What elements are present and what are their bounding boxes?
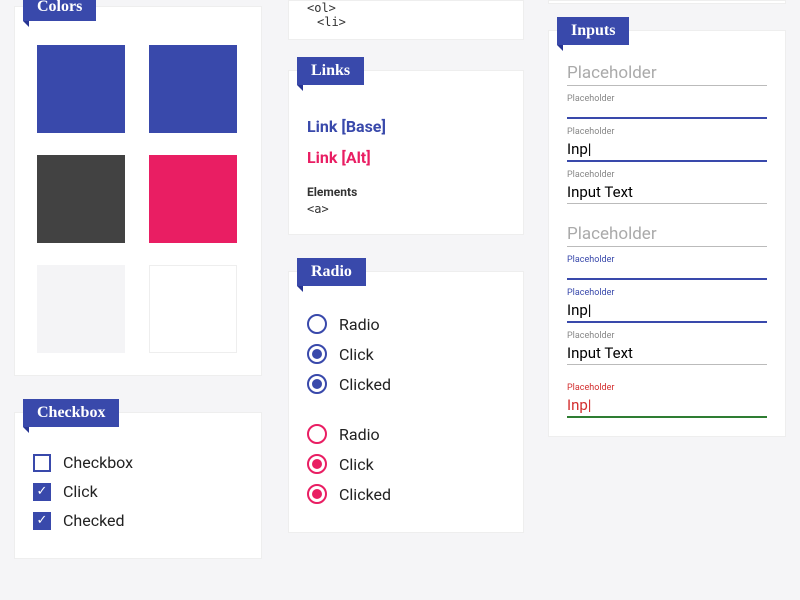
code-line: <ol>	[307, 1, 505, 15]
radio-label: Click	[339, 455, 374, 474]
color-swatch	[149, 45, 237, 133]
partial-code-card: <ol> <li>	[288, 0, 524, 40]
color-swatch	[149, 265, 237, 353]
text-input[interactable]	[567, 266, 767, 280]
checkbox-label: Checkbox	[63, 453, 133, 472]
check-icon: ✓	[37, 514, 48, 527]
link-base[interactable]: Link [Base]	[307, 117, 505, 136]
input-label: Placeholder	[567, 170, 767, 180]
checkbox-label: Click	[63, 482, 98, 501]
checkbox-icon	[33, 454, 51, 472]
text-input[interactable]: Placeholder	[567, 222, 767, 247]
radio-item[interactable]: Clicked	[307, 484, 505, 504]
radio-label: Clicked	[339, 485, 391, 504]
checkbox-item[interactable]: ✓ Checked	[33, 511, 243, 530]
radio-item[interactable]: Radio	[307, 424, 505, 444]
radio-item[interactable]: Clicked	[307, 374, 505, 394]
text-input[interactable]: Inp|	[567, 394, 767, 418]
radio-label: Click	[339, 345, 374, 364]
checkbox-icon: ✓	[33, 483, 51, 501]
radio-icon	[307, 454, 327, 474]
radio-item[interactable]: Click	[307, 344, 505, 364]
color-swatch	[37, 265, 125, 353]
checkbox-item[interactable]: Checkbox	[33, 453, 243, 472]
radio-card-title: Radio	[297, 258, 366, 286]
text-input[interactable]	[567, 105, 767, 119]
code-line: <li>	[307, 15, 505, 29]
radio-icon	[307, 374, 327, 394]
radio-icon	[307, 484, 327, 504]
colors-card-title: Colors	[23, 0, 96, 21]
radio-label: Radio	[339, 315, 380, 334]
radio-label: Clicked	[339, 375, 391, 394]
elements-heading: Elements	[307, 185, 505, 199]
radio-item[interactable]: Radio	[307, 314, 505, 334]
text-input[interactable]: Placeholder	[567, 61, 767, 86]
text-input[interactable]: Inp|	[567, 299, 767, 323]
input-label: Placeholder	[567, 94, 767, 104]
color-swatch	[37, 155, 125, 243]
checkbox-card-title: Checkbox	[23, 399, 119, 427]
link-alt[interactable]: Link [Alt]	[307, 148, 505, 167]
radio-icon	[307, 424, 327, 444]
radio-dot-icon	[312, 349, 322, 359]
color-swatch	[149, 155, 237, 243]
check-icon: ✓	[37, 485, 48, 498]
checkbox-icon: ✓	[33, 512, 51, 530]
input-label: Placeholder	[567, 331, 767, 341]
inputs-card-title: Inputs	[557, 17, 629, 45]
text-input[interactable]: Input Text	[567, 342, 767, 365]
color-swatch	[37, 45, 125, 133]
checkbox-label: Checked	[63, 511, 125, 530]
radio-icon	[307, 314, 327, 334]
input-label: Placeholder	[567, 255, 767, 265]
text-input[interactable]: Inp|	[567, 138, 767, 162]
element-tag: <a>	[307, 202, 505, 216]
radio-dot-icon	[312, 459, 322, 469]
radio-item[interactable]: Click	[307, 454, 505, 474]
radio-label: Radio	[339, 425, 380, 444]
checkbox-item[interactable]: ✓ Click	[33, 482, 243, 501]
radio-dot-icon	[312, 489, 322, 499]
links-card-title: Links	[297, 57, 364, 85]
radio-dot-icon	[312, 379, 322, 389]
input-label: Placeholder	[567, 288, 767, 298]
text-input[interactable]: Input Text	[567, 181, 767, 204]
input-label: Placeholder	[567, 383, 767, 393]
partial-card	[548, 0, 786, 4]
radio-icon	[307, 344, 327, 364]
input-label: Placeholder	[567, 127, 767, 137]
